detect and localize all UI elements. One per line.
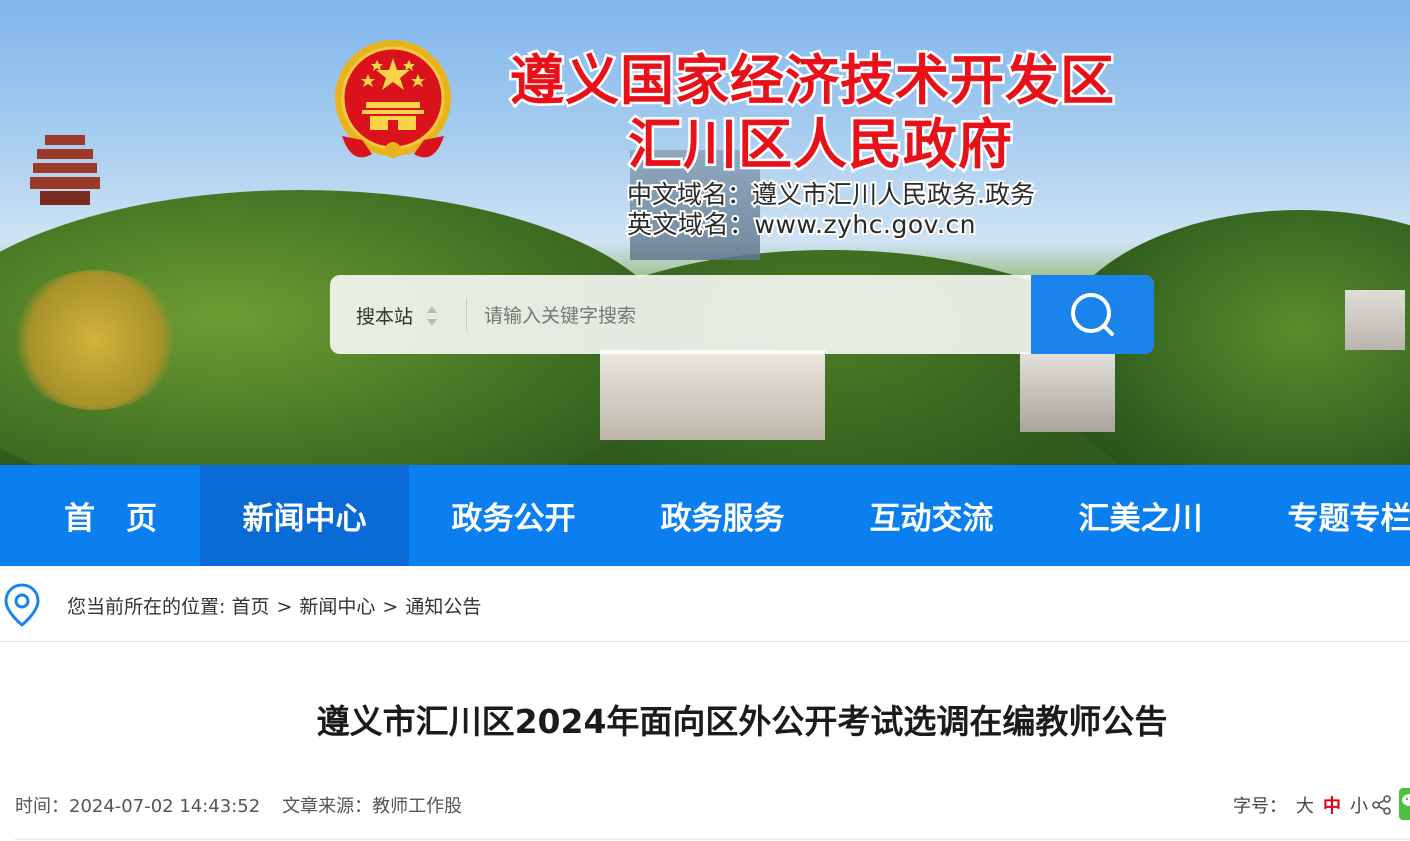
breadcrumb-home[interactable]: 首页	[231, 596, 269, 618]
location-pin-icon	[4, 583, 40, 627]
font-size-switcher: 字号： 大中小	[1233, 792, 1368, 818]
search-divider	[466, 298, 467, 331]
share-icon[interactable]	[1372, 795, 1392, 815]
breadcrumb-separator: >	[382, 596, 399, 618]
nav-item-gov-affairs-open[interactable]: 政务公开	[409, 465, 618, 566]
site-title-line2: 汇川区人民政府	[626, 110, 1015, 179]
font-large-option[interactable]: 大	[1296, 796, 1314, 817]
search-bar: 搜本站	[330, 275, 1154, 354]
search-icon	[1071, 293, 1114, 336]
nav-item-special-topics[interactable]: 专题专栏	[1245, 465, 1410, 566]
banner-pagoda	[30, 135, 100, 205]
sort-arrows-icon[interactable]	[426, 304, 438, 328]
wechat-share-icon[interactable]	[1399, 788, 1410, 820]
search-scope-select[interactable]: 搜本站	[356, 302, 413, 329]
breadcrumb-separator: >	[276, 596, 293, 618]
font-medium-option[interactable]: 中	[1323, 796, 1341, 817]
breadcrumb-notices[interactable]: 通知公告	[405, 596, 481, 618]
breadcrumb: 您当前所在的位置: 首页 > 新闻中心 > 通知公告	[0, 567, 1410, 642]
article-source: 文章来源：教师工作股	[282, 796, 463, 817]
banner-gate	[600, 350, 825, 440]
publish-time: 时间：2024-07-02 14:43:52	[15, 796, 261, 817]
article-meta: 时间：2024-07-02 14:43:52 文章来源：教师工作股	[15, 792, 462, 818]
main-nav: 首 页 新闻中心 政务公开 政务服务 互动交流 汇美之川 专题专栏	[0, 465, 1410, 566]
nav-item-huichuan[interactable]: 汇美之川	[1036, 465, 1245, 566]
nav-item-home[interactable]: 首 页	[6, 465, 215, 566]
search-button[interactable]	[1031, 275, 1154, 354]
breadcrumb-text: 您当前所在的位置: 首页 > 新闻中心 > 通知公告	[67, 592, 481, 619]
article-title: 遵义市汇川区2024年面向区外公开考试选调在编教师公告	[316, 702, 1168, 741]
nav-item-gov-services[interactable]: 政务服务	[618, 465, 827, 566]
banner-tower	[1345, 290, 1405, 350]
font-size-label: 字号：	[1233, 796, 1287, 817]
nav-item-interaction[interactable]: 互动交流	[827, 465, 1036, 566]
banner-gate	[1020, 352, 1115, 432]
font-small-option[interactable]: 小	[1350, 796, 1368, 817]
breadcrumb-news[interactable]: 新闻中心	[299, 596, 375, 618]
english-domain: 英文域名：www.zyhc.gov.cn	[625, 208, 978, 241]
divider	[15, 838, 1410, 840]
search-input[interactable]	[482, 295, 1006, 337]
nav-item-news[interactable]: 新闻中心	[200, 465, 409, 566]
header-banner: 遵义国家经济技术开发区 汇川区人民政府 中文域名：遵义市汇川人民政务.政务 英文…	[0, 0, 1410, 465]
national-emblem-icon	[335, 40, 451, 158]
breadcrumb-prefix: 您当前所在的位置:	[67, 596, 226, 618]
banner-scenery	[10, 270, 180, 410]
